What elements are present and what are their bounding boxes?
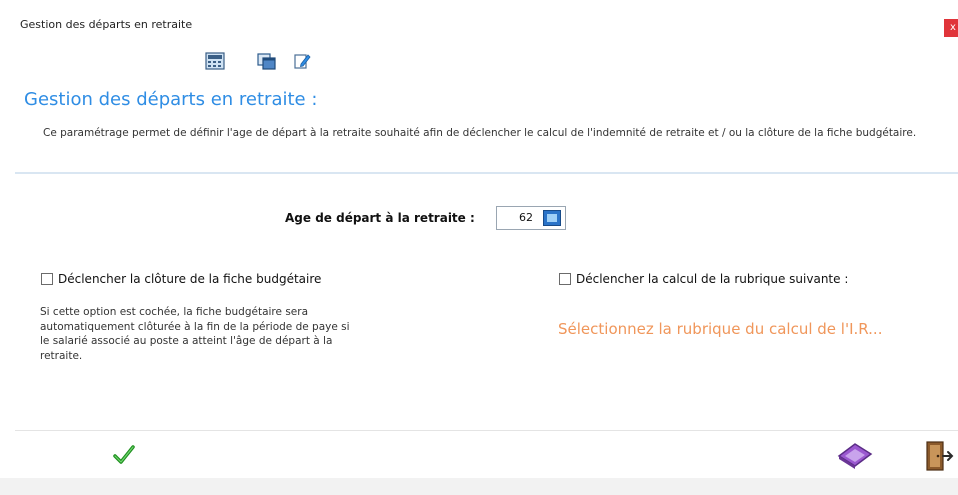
calcul-checkbox[interactable]: [559, 273, 571, 285]
age-label: Age de départ à la retraite :: [285, 211, 475, 225]
description-text: Ce paramétrage permet de définir l'age d…: [43, 127, 917, 139]
clear-button[interactable]: [835, 440, 875, 470]
retirement-dialog: Gestion des départs en retraite x Gestio…: [0, 0, 958, 495]
header-divider: [15, 172, 958, 174]
rubrique-selector-link[interactable]: Sélectionnez la rubrique du calcul de l'…: [558, 320, 882, 338]
edit-icon: [294, 54, 311, 69]
age-picker-button[interactable]: [543, 210, 561, 226]
title-bar: Gestion des départs en retraite x: [0, 0, 958, 40]
eraser-icon: [837, 443, 873, 469]
window-title: Gestion des départs en retraite: [20, 18, 193, 31]
windows-icon: [257, 53, 276, 70]
close-button[interactable]: x: [944, 19, 958, 37]
exit-button[interactable]: [924, 440, 954, 472]
cloture-help-text: Si cette option est cochée, la fiche bud…: [40, 306, 350, 362]
calculator-icon: [205, 52, 225, 70]
validate-button[interactable]: [112, 443, 136, 467]
page-heading: Gestion des départs en retraite :: [24, 89, 318, 110]
calcul-label[interactable]: Déclencher la calcul de la rubrique suiv…: [576, 272, 848, 286]
age-value: 62: [519, 211, 533, 224]
footer-band: [0, 478, 958, 495]
cloture-checkbox[interactable]: [41, 273, 53, 285]
edit-button[interactable]: [293, 52, 313, 70]
close-icon: x: [950, 22, 956, 33]
exit-door-icon: [926, 441, 954, 471]
age-input[interactable]: 62: [496, 206, 566, 230]
cloture-label[interactable]: Déclencher la clôture de la fiche budgét…: [58, 272, 321, 286]
windows-button[interactable]: [257, 52, 277, 70]
calculator-button[interactable]: [205, 52, 225, 70]
checkmark-icon: [113, 445, 135, 464]
